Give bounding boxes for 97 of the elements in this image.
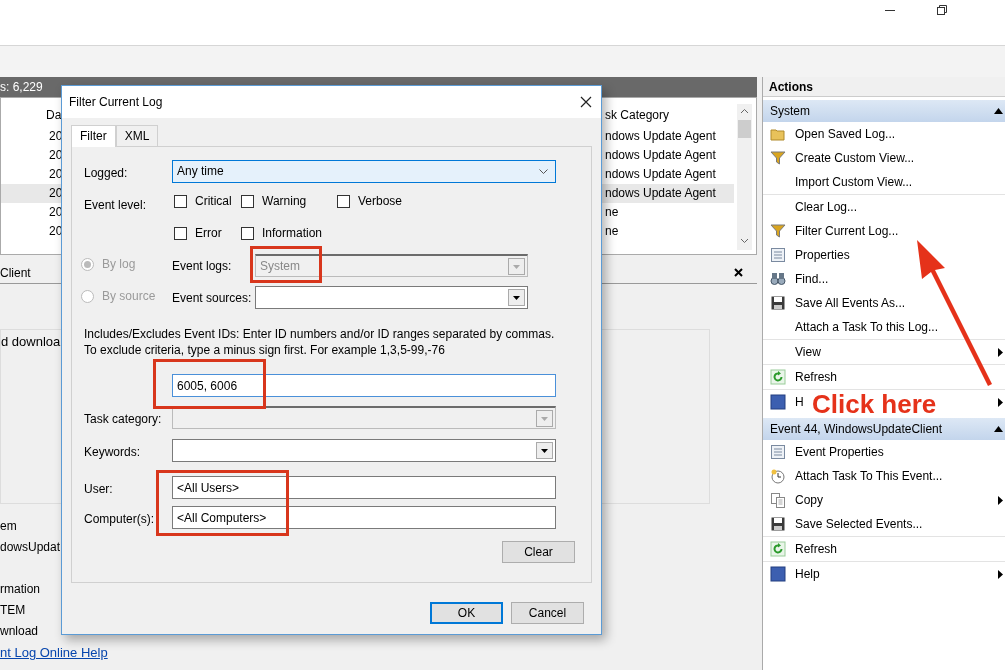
field-label: Task category:	[84, 412, 162, 426]
caret-icon	[541, 416, 548, 421]
help-link[interactable]: nt Log Online Help	[0, 645, 108, 660]
checkbox[interactable]: Information	[241, 224, 337, 242]
submenu-arrow-icon[interactable]	[998, 495, 1003, 505]
scrollbar[interactable]	[737, 104, 752, 250]
dropdown[interactable]	[172, 439, 556, 462]
restore-icon[interactable]	[937, 5, 947, 15]
event-description: d downloa	[1, 334, 61, 349]
text-field[interactable]: <All Users>	[172, 476, 556, 499]
checkbox[interactable]: Critical	[174, 192, 241, 210]
funnel-icon	[770, 150, 786, 166]
section-title: System	[770, 103, 810, 120]
scroll-thumb[interactable]	[738, 120, 751, 138]
help-icon	[770, 566, 786, 582]
copy-icon	[770, 492, 786, 508]
action-link[interactable]: Properties	[795, 243, 850, 267]
field-value: dowsUpdat	[0, 540, 61, 554]
event-id-field[interactable]: 6005, 6006	[172, 374, 556, 397]
help-icon	[770, 394, 786, 410]
dialog-button[interactable]: OK	[430, 602, 503, 624]
highlight-frame	[250, 246, 322, 283]
action-link[interactable]: Event Properties	[795, 440, 884, 464]
funnel-icon	[770, 223, 786, 239]
event-count: s: 6,229	[0, 80, 43, 94]
field-label: Event sources:	[172, 291, 252, 305]
dropdown-value: System	[260, 258, 300, 275]
checkbox[interactable]: Verbose	[337, 192, 403, 210]
action-link[interactable]: Attach a Task To this Log...	[795, 315, 938, 339]
dropdown[interactable]: Any time	[172, 160, 556, 183]
column-header[interactable]: sk Category	[605, 106, 670, 127]
folder-icon	[770, 126, 786, 142]
action-link[interactable]: View	[795, 340, 821, 364]
dropdown-arrow-button[interactable]	[508, 289, 525, 306]
section-title: Event 44, WindowsUpdateClient	[770, 421, 943, 438]
dialog-button[interactable]: Cancel	[511, 602, 584, 624]
field-value: em	[0, 519, 17, 533]
action-link[interactable]: H	[795, 390, 804, 414]
action-link[interactable]: Copy	[795, 488, 823, 512]
caret-icon	[513, 264, 520, 269]
field-value: rmation	[0, 582, 40, 596]
field-label: Event logs:	[172, 259, 232, 273]
ids-instructions: Includes/Excludes Event IDs: Enter ID numbers and/or ID ranges separated by commas. To exclude criteria, type a minus sign first. For example 1,3,5-99,-76	[84, 326, 556, 358]
action-link[interactable]: Open Saved Log...	[795, 122, 896, 146]
dialog-title: Filter Current Log	[69, 94, 163, 111]
action-link[interactable]: Find...	[795, 267, 829, 291]
callout-text: Click here	[812, 392, 937, 416]
action-link[interactable]: Clear Log...	[795, 195, 858, 219]
table-cell-text: ndows Update Agent	[605, 147, 716, 164]
checkbox[interactable]: Error	[174, 224, 241, 242]
text-field[interactable]: <All Computers>	[172, 506, 556, 529]
collapse-icon[interactable]	[994, 426, 1003, 432]
submenu-arrow-icon[interactable]	[998, 397, 1003, 407]
refresh-icon	[770, 541, 786, 557]
document-icon	[770, 247, 786, 263]
table-cell-text: ndows Update Agent	[605, 185, 716, 202]
dropdown-value: Any time	[177, 163, 224, 180]
actions-header: Actions	[763, 77, 1005, 97]
field-value: wnload	[0, 624, 39, 638]
field-label: User:	[84, 482, 113, 496]
field-label: Keywords:	[84, 445, 141, 459]
pane-title: Client	[0, 265, 31, 282]
close-icon[interactable]	[734, 268, 743, 277]
dropdown[interactable]	[255, 286, 528, 309]
close-icon[interactable]	[580, 96, 592, 108]
field-label: Event level:	[84, 198, 147, 212]
table-cell-text: ne	[605, 204, 619, 221]
action-link[interactable]: Save All Events As...	[795, 291, 906, 315]
document-icon	[770, 444, 786, 460]
binoculars-icon	[770, 271, 786, 287]
refresh-icon	[770, 369, 786, 385]
action-link[interactable]: Save Selected Events...	[795, 512, 923, 536]
action-link[interactable]: Import Custom View...	[795, 170, 913, 194]
tab[interactable]: Filter	[71, 125, 116, 147]
section-header[interactable]: System	[763, 100, 1005, 122]
caret-icon	[541, 448, 548, 453]
dropdown-arrow-button[interactable]	[536, 442, 553, 459]
section-header[interactable]: Event 44, WindowsUpdateClient	[763, 418, 1005, 440]
collapse-icon[interactable]	[994, 108, 1003, 114]
column-header[interactable]: Da	[46, 108, 62, 122]
action-link[interactable]: Refresh	[795, 365, 838, 389]
chevron-down-icon[interactable]	[539, 169, 548, 174]
checkbox[interactable]: Warning	[241, 192, 337, 210]
action-link[interactable]: Attach Task To This Event...	[795, 464, 943, 488]
clear-button[interactable]: Clear	[502, 541, 575, 563]
tab[interactable]: XML	[115, 125, 159, 146]
field-label: Computer(s):	[84, 512, 154, 526]
action-link[interactable]: Filter Current Log...	[795, 219, 899, 243]
action-link[interactable]: Refresh	[795, 537, 838, 561]
clock-icon	[770, 468, 786, 484]
action-link[interactable]: Help	[795, 562, 820, 586]
caret-icon	[513, 295, 520, 300]
field-value: TEM	[0, 603, 26, 617]
action-link[interactable]: Create Custom View...	[795, 146, 915, 170]
submenu-arrow-icon[interactable]	[998, 347, 1003, 357]
field-label: Logged:	[84, 166, 128, 180]
submenu-arrow-icon[interactable]	[998, 569, 1003, 579]
